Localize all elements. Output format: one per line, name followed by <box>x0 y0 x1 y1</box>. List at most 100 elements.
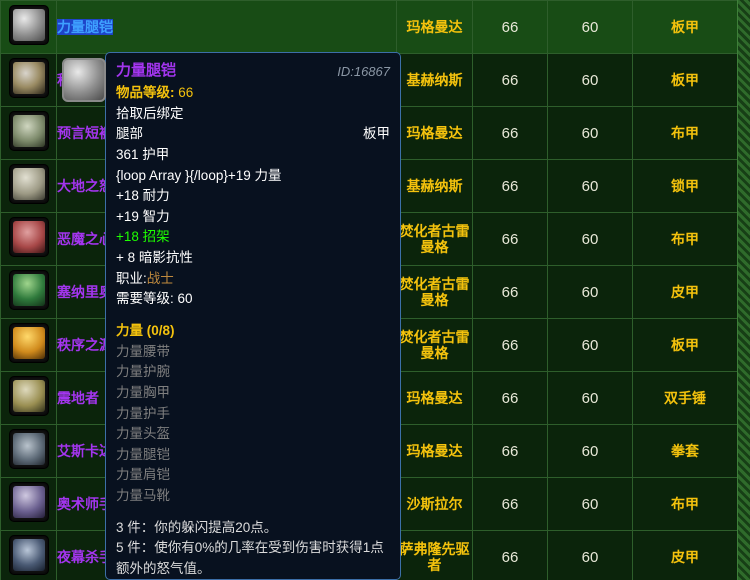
armor-type-cell: 拳套 <box>632 424 738 478</box>
item-source-cell: 玛格曼达 <box>396 0 473 54</box>
item-source-cell: 沙斯拉尔 <box>396 477 473 531</box>
item-icon-cell[interactable] <box>0 159 57 213</box>
item-source-cell: 玛格曼达 <box>396 371 473 425</box>
tooltip-stat-shadow-resist: + 8 暗影抗性 <box>116 250 193 266</box>
required-level-cell: 60 <box>547 265 633 319</box>
tooltip-set-piece: 力量头盔 <box>116 426 170 442</box>
boots-icon[interactable] <box>8 375 49 416</box>
required-level-cell: 60 <box>547 530 633 580</box>
tooltip-class-line: 职业:战士 <box>116 269 390 290</box>
item-level-cell: 66 <box>472 530 548 580</box>
tooltip-stat-parry: +18 招架 <box>116 229 170 245</box>
dragged-item-icon[interactable] <box>62 58 106 102</box>
item-source-cell: 玛格曼达 <box>396 106 473 160</box>
item-level-cell: 66 <box>472 318 548 372</box>
tooltip-set-piece: 力量马靴 <box>116 488 170 504</box>
required-level-cell: 60 <box>547 477 633 531</box>
item-level-cell: 66 <box>472 477 548 531</box>
vertical-scrollbar[interactable] <box>737 0 750 580</box>
item-source-cell: 萨弗隆先驱者 <box>396 530 473 580</box>
item-name-link[interactable]: 力量腿铠 <box>57 19 113 35</box>
item-level-cell: 66 <box>472 0 548 54</box>
dagger-icon[interactable] <box>8 534 49 575</box>
tooltip-stat-strength: {loop Array }{/loop}+19 力量 <box>116 167 282 183</box>
item-icon-cell[interactable] <box>0 318 57 372</box>
tooltip-slot-line: 腿部 板甲 <box>116 124 390 145</box>
chest-grn-icon[interactable] <box>8 269 49 310</box>
item-level-cell: 66 <box>472 371 548 425</box>
item-icon-cell[interactable] <box>0 0 57 54</box>
required-level-cell: 60 <box>547 371 633 425</box>
item-icon-cell[interactable] <box>0 530 57 580</box>
armor-type-cell: 皮甲 <box>632 265 738 319</box>
hammer-icon[interactable] <box>8 428 49 469</box>
item-name-link[interactable]: 震地者 <box>57 390 99 406</box>
item-icon-cell[interactable] <box>0 212 57 266</box>
tooltip-set-piece: 力量腰带 <box>116 343 170 359</box>
required-level-cell: 60 <box>547 424 633 478</box>
tooltip-item-name: 力量腿铠 <box>116 62 177 79</box>
tooltip-item-id: ID:16867 <box>337 64 390 79</box>
tooltip-set-bonus: 3 件：你的躲闪提高20点。 <box>116 519 278 535</box>
tooltip-item-level-line: 物品等级: 66 <box>116 83 390 104</box>
item-tooltip: 力量腿铠 ID:16867 物品等级: 66 拾取后绑定 腿部 板甲 361 护… <box>105 52 401 580</box>
item-level-cell: 66 <box>472 53 548 107</box>
item-source-cell: 焚化者古雷曼格 <box>396 212 473 266</box>
fist-icon[interactable] <box>8 481 49 522</box>
item-level-cell: 66 <box>472 106 548 160</box>
tooltip-set-bonus-list: 3 件：你的躲闪提高20点。 5 件：使你有0%的几率在受到伤害时获得1点额外的怒… <box>116 518 390 579</box>
tooltip-class-value: 战士 <box>146 270 174 286</box>
gloves-icon[interactable] <box>8 163 49 204</box>
pants-icon[interactable] <box>8 110 49 151</box>
armor-type-cell: 双手锤 <box>632 371 738 425</box>
tooltip-header: 力量腿铠 ID:16867 <box>116 60 390 83</box>
tooltip-item-level-label: 物品等级: <box>116 84 175 100</box>
armor-type-cell: 板甲 <box>632 0 738 54</box>
item-level-cell: 66 <box>472 424 548 478</box>
required-level-cell: 60 <box>547 53 633 107</box>
tooltip-bind-type: 拾取后绑定 <box>116 105 184 121</box>
tooltip-item-level-value: 66 <box>178 84 194 100</box>
item-source-cell: 焚化者古雷曼格 <box>396 318 473 372</box>
armor-type-cell: 锁甲 <box>632 159 738 213</box>
chest-gold-icon[interactable] <box>8 322 49 363</box>
table-row[interactable]: 力量腿铠 玛格曼达 66 60 板甲 <box>0 0 738 54</box>
armor-type-cell: 皮甲 <box>632 530 738 580</box>
tooltip-armor-value: 361 护甲 <box>116 146 170 162</box>
item-icon-cell[interactable] <box>0 53 57 107</box>
tooltip-required-level: 需要等级: 60 <box>116 291 193 307</box>
tooltip-class-label: 职业: <box>116 270 147 286</box>
tooltip-set-title: 力量 (0/8) <box>116 322 175 338</box>
tooltip-set-piece: 力量护腕 <box>116 364 170 380</box>
gauntlet-icon[interactable] <box>8 57 49 98</box>
tooltip-set-piece: 力量胸甲 <box>116 384 170 400</box>
tooltip-set-piece-list: 力量腰带 力量护腕 力量胸甲 力量护手 力量头盔 力量腿铠 力量肩铠 力量马靴 <box>116 342 390 507</box>
item-name-cell[interactable]: 力量腿铠 <box>56 0 397 54</box>
item-level-cell: 66 <box>472 212 548 266</box>
tooltip-spacer-1 <box>116 310 390 321</box>
tooltip-stat-stamina: +18 耐力 <box>116 188 170 204</box>
tooltip-stat-intellect: +19 智力 <box>116 208 170 224</box>
required-level-cell: 60 <box>547 318 633 372</box>
item-source-cell: 焚化者古雷曼格 <box>396 265 473 319</box>
tooltip-spacer-2 <box>116 507 390 518</box>
item-icon-cell[interactable] <box>0 265 57 319</box>
required-level-cell: 60 <box>547 106 633 160</box>
item-icon-cell[interactable] <box>0 424 57 478</box>
item-icon-cell[interactable] <box>0 371 57 425</box>
chest-red-icon[interactable] <box>8 216 49 257</box>
required-level-cell: 60 <box>547 212 633 266</box>
item-level-cell: 66 <box>472 265 548 319</box>
armor-type-cell: 布甲 <box>632 212 738 266</box>
item-icon-cell[interactable] <box>0 477 57 531</box>
tooltip-set-bonus: 5 件：使你有0%的几率在受到伤害时获得1点额外的怒气值。 <box>116 540 384 577</box>
tooltip-set-piece: 力量护手 <box>116 405 170 421</box>
required-level-cell: 60 <box>547 0 633 54</box>
item-icon-cell[interactable] <box>0 106 57 160</box>
tooltip-armor-class: 板甲 <box>363 126 390 142</box>
tooltip-slot: 腿部 <box>116 126 143 142</box>
item-source-cell: 玛格曼达 <box>396 424 473 478</box>
armor-type-cell: 布甲 <box>632 477 738 531</box>
armor-type-cell: 板甲 <box>632 318 738 372</box>
legplates-icon[interactable] <box>8 4 49 45</box>
